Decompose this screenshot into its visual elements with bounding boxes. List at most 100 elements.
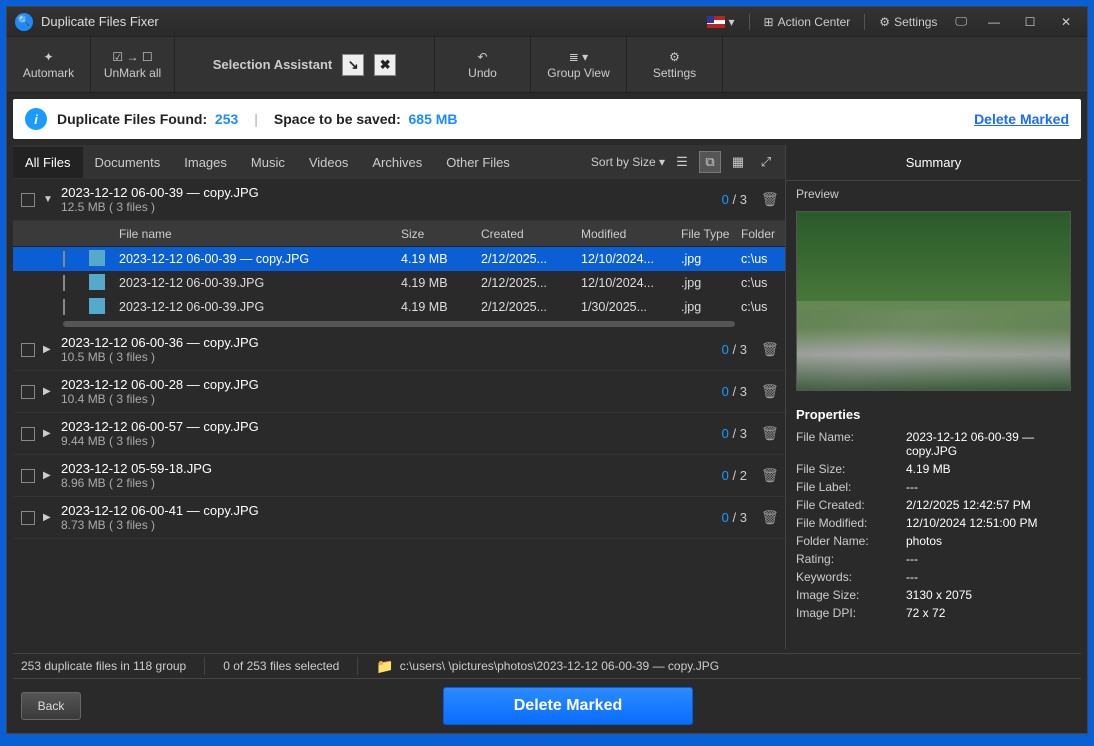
minimize-button[interactable]: — <box>981 13 1007 31</box>
sort-label: Sort by Size <box>591 155 656 169</box>
tab-other-files[interactable]: Other Files <box>434 147 522 178</box>
file-size: 4.19 MB <box>401 252 481 266</box>
view-grid-icon[interactable]: ▦ <box>727 151 749 173</box>
unmark-all-button[interactable]: ☑ → ☐ UnMark all <box>91 37 175 93</box>
group-sub: 10.5 MB ( 3 files ) <box>61 350 714 364</box>
trash-icon[interactable]: 🗑 <box>761 509 777 526</box>
group-header[interactable]: ▼ 2023-12-12 06-00-39 — copy.JPG 12.5 MB… <box>13 179 785 221</box>
group-count: 0 / 3 <box>722 510 747 525</box>
action-center-button[interactable]: ⊞Action Center <box>760 13 855 31</box>
property-row: Image DPI:72 x 72 <box>786 604 1081 622</box>
prop-label: File Label: <box>796 480 906 494</box>
display-icon: 🖵 <box>955 14 967 29</box>
property-row: File Created:2/12/2025 12:42:57 PM <box>786 496 1081 514</box>
sort-dropdown[interactable]: Sort by Size ▾ <box>591 155 665 169</box>
file-modified: 12/10/2024... <box>581 276 681 290</box>
trash-icon[interactable]: 🗑 <box>761 425 777 442</box>
delete-marked-button[interactable]: Delete Marked <box>443 687 693 725</box>
view-detail-icon[interactable]: ⧉ <box>699 151 721 173</box>
back-button[interactable]: Back <box>21 692 81 720</box>
file-folder: c:\us <box>741 276 785 290</box>
row-checkbox[interactable] <box>63 275 65 291</box>
tab-images[interactable]: Images <box>172 147 239 178</box>
fullscreen-icon[interactable]: ⤢ <box>755 151 777 173</box>
close-button[interactable]: ✕ <box>1053 13 1079 31</box>
tab-videos[interactable]: Videos <box>297 147 361 178</box>
tab-archives[interactable]: Archives <box>360 147 434 178</box>
group-header[interactable]: ▶ 2023-12-12 06-00-36 — copy.JPG 10.5 MB… <box>13 329 785 371</box>
group-header[interactable]: ▶ 2023-12-12 05-59-18.JPG 8.96 MB ( 2 fi… <box>13 455 785 497</box>
prop-value: 12/10/2024 12:51:00 PM <box>906 516 1071 530</box>
group-title: 2023-12-12 06-00-39 — copy.JPG <box>61 185 714 200</box>
group-checkbox[interactable] <box>21 193 35 207</box>
notification-button[interactable]: 🖵 <box>951 12 971 31</box>
delete-marked-link[interactable]: Delete Marked <box>974 111 1069 127</box>
view-list-icon[interactable]: ☰ <box>671 151 693 173</box>
settings-button[interactable]: ⚙ Settings <box>627 37 723 93</box>
prop-label: File Created: <box>796 498 906 512</box>
right-panel: Summary Preview Properties File Name:202… <box>785 145 1081 649</box>
selection-assistant-label: Selection Assistant <box>213 57 332 72</box>
table-header: File name Size Created Modified File Typ… <box>13 221 785 247</box>
gear-icon: ⚙ <box>879 15 890 29</box>
selection-assistant-btn1[interactable]: ↘ <box>342 54 364 76</box>
prop-label: File Size: <box>796 462 906 476</box>
group-checkbox[interactable] <box>21 385 35 399</box>
app-title: Duplicate Files Fixer <box>41 14 159 29</box>
caret-icon[interactable]: ▼ <box>43 194 53 205</box>
space-value: 685 MB <box>409 111 458 127</box>
row-checkbox[interactable] <box>63 299 65 315</box>
group-title: 2023-12-12 06-00-57 — copy.JPG <box>61 419 714 434</box>
language-flag[interactable]: ▾ <box>703 13 739 31</box>
caret-icon[interactable]: ▶ <box>43 470 53 481</box>
titlebar: Duplicate Files Fixer ▾ ⊞Action Center ⚙… <box>7 7 1087 37</box>
group-header[interactable]: ▶ 2023-12-12 06-00-28 — copy.JPG 10.4 MB… <box>13 371 785 413</box>
chevron-down-icon: ▾ <box>659 155 665 169</box>
file-modified: 1/30/2025... <box>581 300 681 314</box>
trash-icon[interactable]: 🗑 <box>761 467 777 484</box>
tab-music[interactable]: Music <box>239 147 297 178</box>
row-checkbox[interactable] <box>63 251 65 267</box>
col-size: Size <box>401 227 481 241</box>
group-checkbox[interactable] <box>21 511 35 525</box>
file-size: 4.19 MB <box>401 300 481 314</box>
status-path: c:\users\ \pictures\photos\2023-12-12 06… <box>400 659 719 673</box>
summary-bar: i Duplicate Files Found: 253 | Space to … <box>13 99 1081 139</box>
group-checkbox[interactable] <box>21 343 35 357</box>
group-header[interactable]: ▶ 2023-12-12 06-00-57 — copy.JPG 9.44 MB… <box>13 413 785 455</box>
settings-link[interactable]: ⚙Settings <box>875 13 941 31</box>
tab-all-files[interactable]: All Files <box>13 147 83 178</box>
group-checkbox[interactable] <box>21 469 35 483</box>
file-type: .jpg <box>681 276 741 290</box>
undo-button[interactable]: ↶ Undo <box>435 37 531 93</box>
group-count: 0 / 3 <box>722 426 747 441</box>
caret-icon[interactable]: ▶ <box>43 344 53 355</box>
file-list[interactable]: ▼ 2023-12-12 06-00-39 — copy.JPG 12.5 MB… <box>13 179 785 649</box>
trash-icon[interactable]: 🗑 <box>761 383 777 400</box>
table-row[interactable]: 2023-12-12 06-00-39.JPG 4.19 MB 2/12/202… <box>13 295 785 319</box>
group-sub: 9.44 MB ( 3 files ) <box>61 434 714 448</box>
group-icon: ≣ ▾ <box>569 50 588 64</box>
automark-button[interactable]: ✦ Automark <box>7 37 91 93</box>
tab-documents[interactable]: Documents <box>83 147 173 178</box>
horizontal-scrollbar[interactable] <box>63 321 735 327</box>
group-sub: 8.73 MB ( 3 files ) <box>61 518 714 532</box>
selection-assistant: Selection Assistant ↘ ✖ <box>175 37 435 93</box>
selection-assistant-btn2[interactable]: ✖ <box>374 54 396 76</box>
group-view-button[interactable]: ≣ ▾ Group View <box>531 37 627 93</box>
group-header[interactable]: ▶ 2023-12-12 06-00-41 — copy.JPG 8.73 MB… <box>13 497 785 539</box>
found-count: 253 <box>215 111 238 127</box>
trash-icon[interactable]: 🗑 <box>761 191 777 208</box>
group-sub: 12.5 MB ( 3 files ) <box>61 200 714 214</box>
maximize-button[interactable]: ☐ <box>1017 13 1043 31</box>
caret-icon[interactable]: ▶ <box>43 512 53 523</box>
caret-icon[interactable]: ▶ <box>43 428 53 439</box>
table-row[interactable]: 2023-12-12 06-00-39 — copy.JPG 4.19 MB 2… <box>13 247 785 271</box>
folder-icon: 📁 <box>376 658 393 675</box>
caret-icon[interactable]: ▶ <box>43 386 53 397</box>
trash-icon[interactable]: 🗑 <box>761 341 777 358</box>
group-checkbox[interactable] <box>21 427 35 441</box>
table-row[interactable]: 2023-12-12 06-00-39.JPG 4.19 MB 2/12/202… <box>13 271 785 295</box>
file-created: 2/12/2025... <box>481 276 581 290</box>
col-modified: Modified <box>581 227 681 241</box>
